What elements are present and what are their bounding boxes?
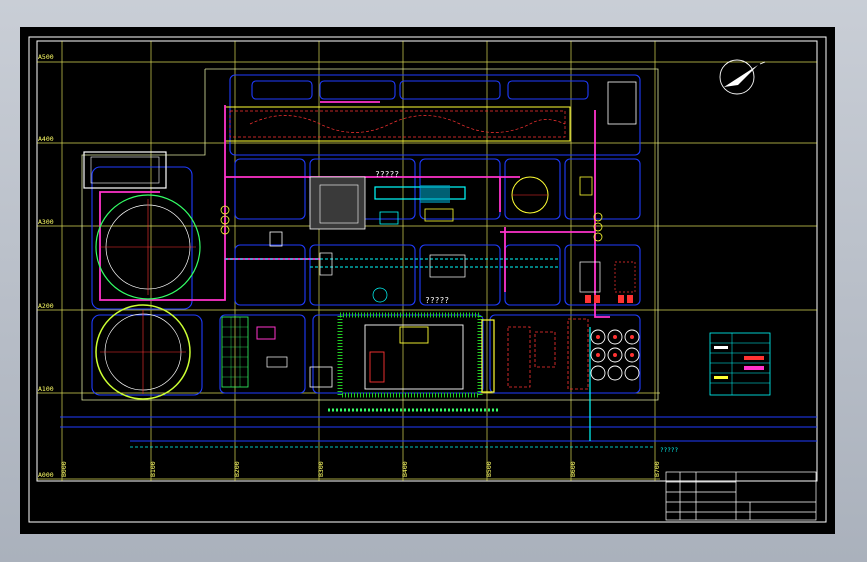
left-building [83,151,167,189]
callout-lower-building: ????? [425,296,449,305]
x-label-b000: B000 [60,461,68,477]
valve-symbols [220,205,603,242]
central-building [364,324,464,390]
cad-viewport[interactable]: A500 A400 A300 A200 A100 A000 B000 B100 … [20,27,835,534]
x-label-b300: B300 [317,461,325,477]
small-building-magenta [256,326,276,340]
clarifier-tanks [95,194,201,400]
outer-frame [28,36,827,523]
process-equipment [319,252,636,303]
y-label-a100: A100 [38,385,54,393]
long-building-dashes [229,110,566,138]
red-tanks [585,295,633,303]
road-network [91,74,641,396]
legend-box [709,332,771,396]
long-building [224,106,571,142]
x-label-b600: B600 [569,461,577,477]
y-label-a200: A200 [38,302,54,310]
callout-road-note: ????? [660,447,678,454]
compass-north-arrow-icon [719,59,766,95]
y-label-a400: A400 [38,135,54,143]
x-label-b500: B500 [485,461,493,477]
y-label-a300: A300 [38,218,54,226]
site-boundary [81,68,659,401]
top-right-building [607,81,637,125]
lower-right-area [507,318,589,390]
y-label-a500: A500 [38,53,54,61]
callout-main-plant: ????? [375,170,399,179]
x-label-b100: B100 [149,461,157,477]
x-label-b700: B700 [653,461,661,477]
main-plant-equipment [269,176,593,247]
x-label-b200: B200 [233,461,241,477]
site-plan-drawing: A500 A400 A300 A200 A100 A000 B000 B100 … [28,36,827,523]
x-label-b400: B400 [401,461,409,477]
title-block [665,471,817,521]
y-label-a000: A000 [38,471,54,479]
process-line [225,258,560,268]
